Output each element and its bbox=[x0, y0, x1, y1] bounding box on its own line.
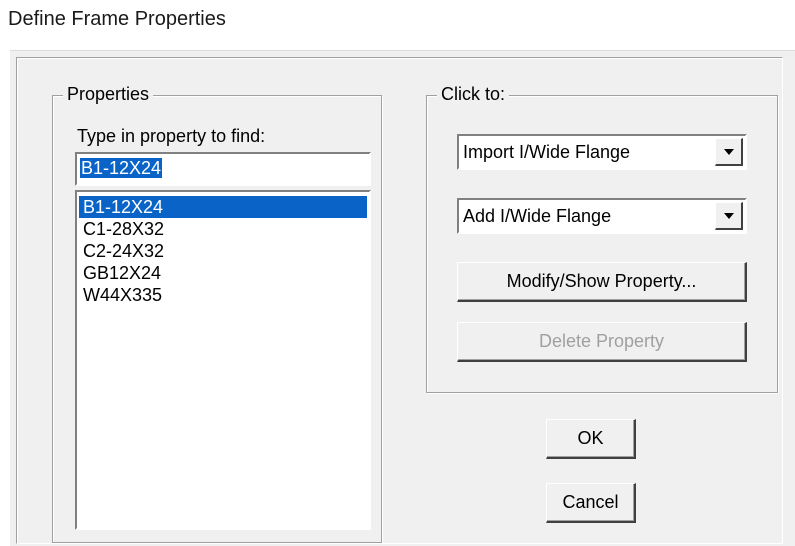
add-section-dropdown[interactable]: Add I/Wide Flange bbox=[457, 198, 747, 234]
add-dropdown-arrow[interactable] bbox=[715, 202, 743, 230]
properties-groupbox: Properties Type in property to find: B1-… bbox=[52, 84, 382, 543]
window-title: Define Frame Properties bbox=[8, 8, 226, 30]
click-to-groupbox: Click to: Import I/Wide Flange Add I/Wid… bbox=[426, 84, 778, 393]
property-list[interactable]: B1-12X24 C1-28X32 C2-24X32 GB12X24 W44X3… bbox=[75, 190, 371, 530]
import-dropdown-arrow[interactable] bbox=[715, 138, 743, 166]
ok-button[interactable]: OK bbox=[546, 419, 636, 459]
find-property-label: Type in property to find: bbox=[77, 126, 266, 146]
modify-show-property-button[interactable]: Modify/Show Property... bbox=[457, 262, 747, 302]
list-item[interactable]: C2-24X32 bbox=[79, 240, 367, 262]
define-frame-properties-dialog: Properties Type in property to find: B1-… bbox=[10, 50, 795, 546]
list-item[interactable]: W44X335 bbox=[79, 284, 367, 306]
list-item[interactable]: GB12X24 bbox=[79, 262, 367, 284]
delete-property-button[interactable]: Delete Property bbox=[457, 322, 747, 362]
find-property-value: B1-12X24 bbox=[80, 158, 163, 178]
import-section-dropdown[interactable]: Import I/Wide Flange bbox=[457, 134, 747, 170]
import-dropdown-value: Import I/Wide Flange bbox=[463, 141, 631, 162]
find-property-input[interactable]: B1-12X24 bbox=[75, 152, 371, 186]
chevron-down-icon bbox=[723, 212, 734, 219]
click-to-legend: Click to: bbox=[437, 84, 510, 105]
list-item[interactable]: C1-28X32 bbox=[79, 218, 367, 240]
cancel-button[interactable]: Cancel bbox=[546, 483, 636, 523]
add-dropdown-value: Add I/Wide Flange bbox=[463, 205, 612, 226]
properties-legend: Properties bbox=[63, 84, 154, 105]
chevron-down-icon bbox=[723, 148, 734, 155]
list-item[interactable]: B1-12X24 bbox=[79, 196, 367, 218]
